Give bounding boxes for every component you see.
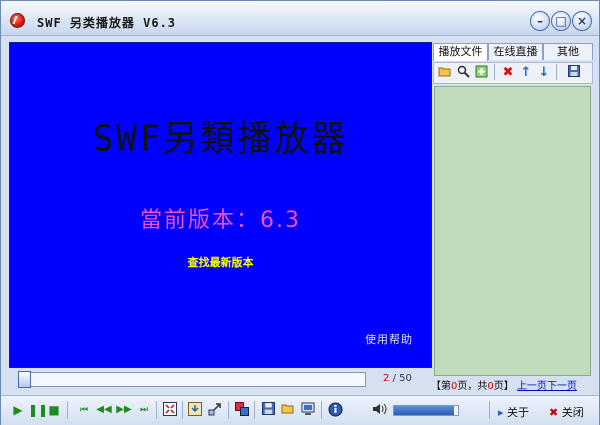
playlist-pager: 【第0页，共0页】 上一页下一页 xyxy=(431,377,595,392)
next-page-link[interactable]: 下一页 xyxy=(547,381,577,392)
move-up-icon[interactable]: ↑ xyxy=(518,65,534,81)
app-window: SWF 另类播放器 V6.3 – □ × SWF另類播放器 當前版本：6.3 查… xyxy=(0,0,600,425)
close-label: 关闭 xyxy=(561,406,584,419)
stage-version: 當前版本：6.3 xyxy=(140,208,301,233)
info-icon[interactable] xyxy=(327,402,343,418)
first-icon[interactable]: ⏮ xyxy=(76,402,92,418)
close-icon: ✖ xyxy=(549,406,559,419)
maximize-button[interactable]: □ xyxy=(551,11,571,31)
stage-title: SWF另類播放器 xyxy=(92,118,349,161)
last-icon[interactable]: ⏭ xyxy=(136,402,152,418)
add-icon[interactable] xyxy=(473,65,489,81)
extract-icon[interactable] xyxy=(207,402,223,418)
controls-divider xyxy=(254,401,255,419)
save-icon[interactable] xyxy=(566,65,582,81)
toolbar-divider xyxy=(556,64,557,80)
side-panel: 播放文件 在线直播 其他 ✖ ↑ ↓ 【第0页，共0页】 上一页下一页 xyxy=(431,42,595,392)
controls-divider xyxy=(67,401,68,419)
pager-mid: 页，共 xyxy=(457,381,488,392)
close-button[interactable]: ✖ 关闭 xyxy=(549,404,584,420)
stop-icon[interactable]: ■ xyxy=(46,402,62,418)
title-bar[interactable]: SWF 另类播放器 V6.3 – □ × xyxy=(1,1,599,36)
app-logo-icon[interactable] xyxy=(10,13,25,28)
controls-divider xyxy=(228,401,229,419)
window-title: SWF 另类播放器 V6.3 xyxy=(37,16,177,30)
about-icon: ▸ xyxy=(498,406,504,419)
pause-icon[interactable]: ❚❚ xyxy=(28,402,48,418)
close-window-button[interactable]: × xyxy=(572,11,592,31)
open-folder-icon[interactable] xyxy=(437,65,453,81)
playlist-toolbar: ✖ ↑ ↓ xyxy=(433,62,593,84)
seek-track[interactable] xyxy=(18,372,366,387)
volume-level xyxy=(394,406,454,415)
open-icon[interactable] xyxy=(280,402,296,418)
capture-icon[interactable] xyxy=(187,402,203,418)
play-icon[interactable]: ▶ xyxy=(10,402,26,418)
pager-prefix: 【第 xyxy=(431,381,451,392)
minimize-button[interactable]: – xyxy=(530,11,550,31)
playlist[interactable] xyxy=(434,86,591,376)
progress-area: 2 / 50 xyxy=(9,368,430,393)
controls-divider xyxy=(321,401,322,419)
tab-live[interactable]: 在线直播 xyxy=(488,43,543,60)
tab-other[interactable]: 其他 xyxy=(543,43,593,60)
volume-icon[interactable] xyxy=(371,402,387,418)
pager-suffix: 页】 xyxy=(493,381,514,392)
controls-divider xyxy=(182,401,183,419)
toolbar-divider xyxy=(494,64,495,80)
total-frames: / 50 xyxy=(392,373,412,384)
about-label: 关于 xyxy=(507,406,530,419)
volume-slider[interactable] xyxy=(393,405,459,416)
forward-icon[interactable]: ▶▶ xyxy=(116,402,132,418)
screenshot-icon[interactable] xyxy=(300,402,316,418)
seek-thumb[interactable] xyxy=(18,371,31,388)
controls-divider xyxy=(489,401,490,419)
about-button[interactable]: ▸ 关于 xyxy=(498,404,529,420)
prev-page-link[interactable]: 上一页 xyxy=(517,381,547,392)
move-down-icon[interactable]: ↓ xyxy=(536,65,552,81)
search-icon[interactable] xyxy=(455,65,471,81)
tab-play-files[interactable]: 播放文件 xyxy=(433,43,488,61)
delete-icon[interactable]: ✖ xyxy=(500,65,516,81)
rewind-icon[interactable]: ◀◀ xyxy=(96,402,112,418)
control-bar: ▶ ❚❚ ■ ⏮ ◀◀ ▶▶ ⏭ ▸ 关于 ✖ 关闭 xyxy=(1,395,599,425)
help-link[interactable]: 使用帮助 xyxy=(365,331,413,347)
copy-icon[interactable] xyxy=(234,402,250,418)
flash-stage[interactable]: SWF另類播放器 當前版本：6.3 查找最新版本 使用帮助 xyxy=(9,42,432,368)
fullscreen-icon[interactable] xyxy=(162,402,178,418)
controls-divider xyxy=(156,401,157,419)
save-icon[interactable] xyxy=(260,402,276,418)
find-latest-version-link[interactable]: 查找最新版本 xyxy=(10,254,431,270)
current-frame: 2 xyxy=(383,373,390,384)
frame-counter: 2 / 50 xyxy=(383,373,412,384)
